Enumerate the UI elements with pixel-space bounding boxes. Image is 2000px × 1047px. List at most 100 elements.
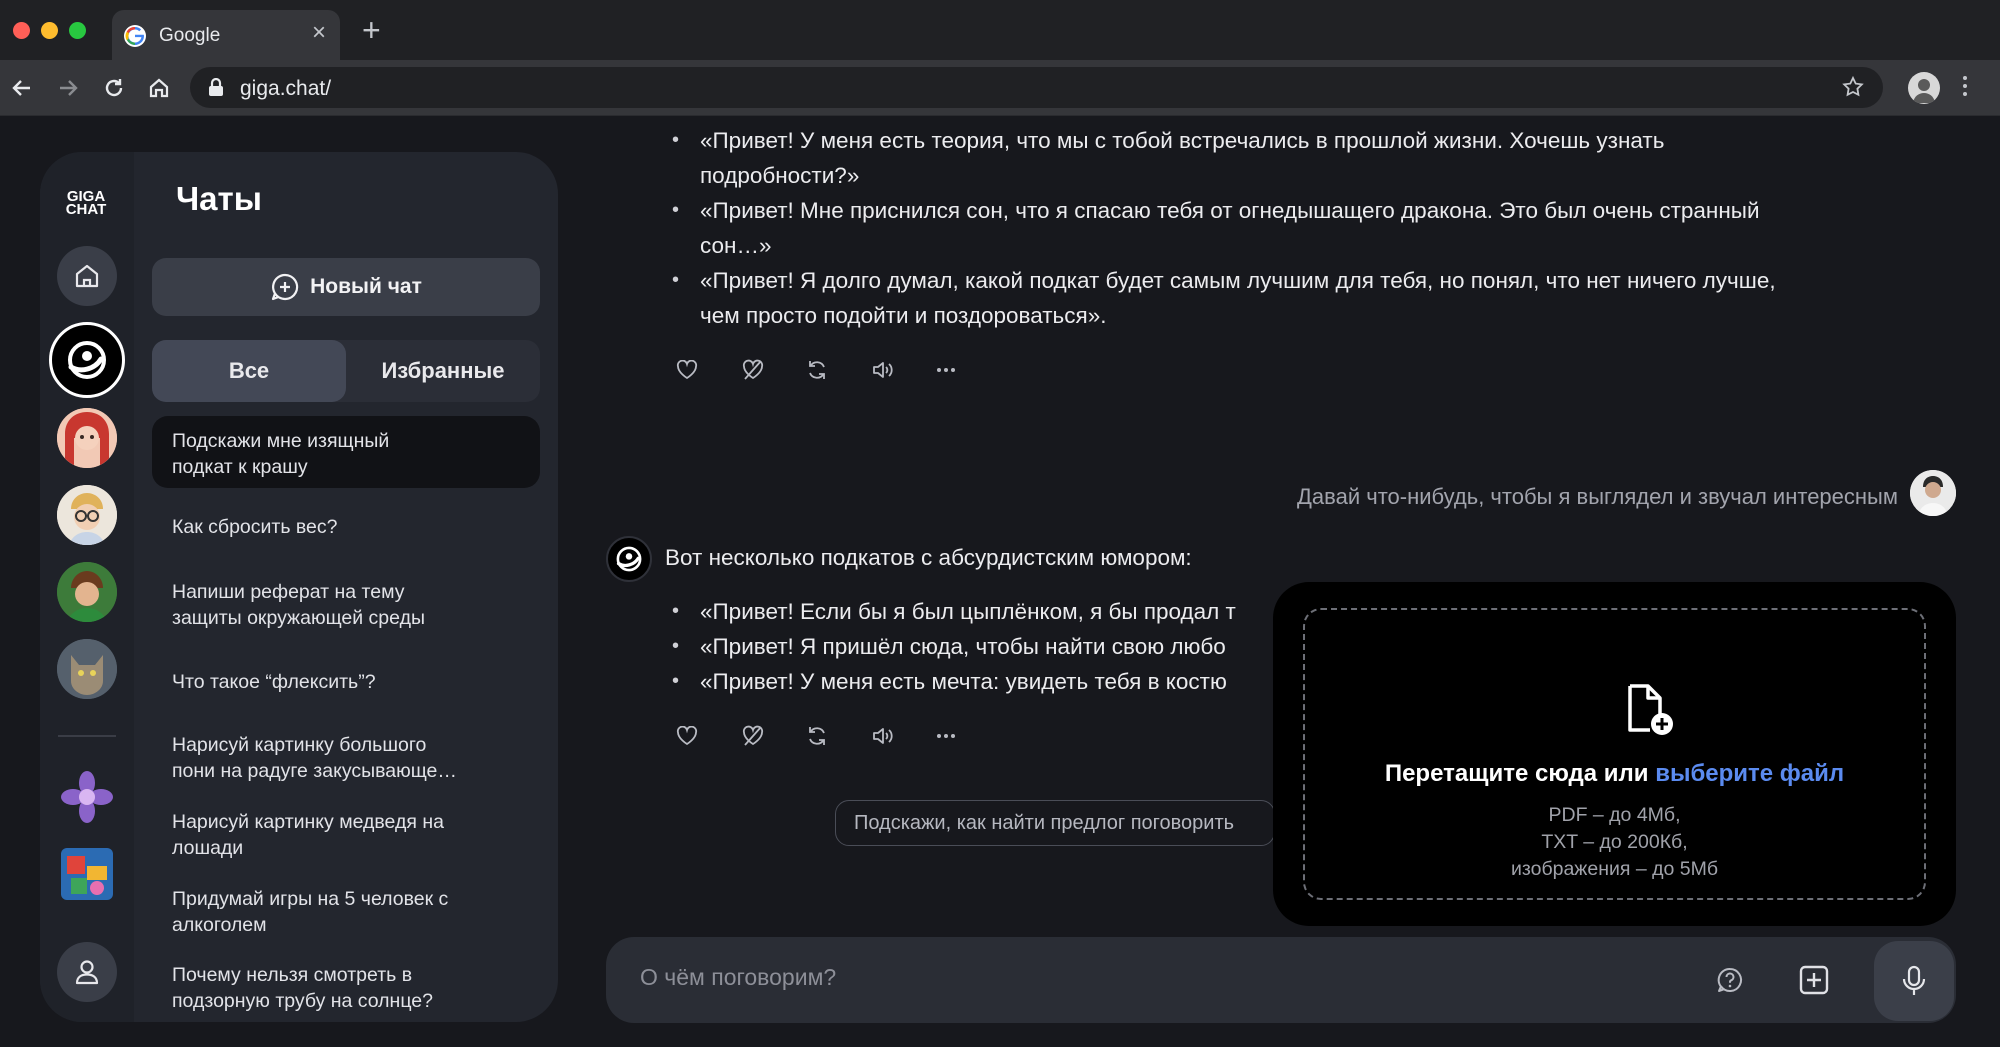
chat-list-item[interactable]: Нарисуй картинку медведя на лошади [152,809,540,861]
answer-bullet-line1: «Привет! Я долго думал, какой подкат буд… [700,268,1776,293]
colorful-art-avatar-icon [61,848,113,900]
answer-bullet: «Привет! Я пришёл сюда, чтобы найти свою… [672,629,1276,664]
sidebar-rail: GIGA CHAT [40,152,134,1022]
dropzone-title-prefix: Перетащите сюда или [1384,760,1656,787]
chat-item-line2: подкат к крашу [172,456,308,478]
gigachat-logo-icon [616,546,642,572]
reload-button[interactable] [96,70,132,106]
chat-item-line1: Подскажи мне изящный [172,430,390,452]
home-icon [75,264,99,288]
regenerate-button[interactable] [806,355,871,385]
dislike-button[interactable] [741,355,806,385]
assistant-avatar [606,536,652,582]
rail-profile-button[interactable] [57,942,117,1002]
home-button[interactable] [141,70,177,106]
regenerate-button[interactable] [806,721,871,751]
avatar-red-hair[interactable] [57,408,117,468]
minimize-window-button[interactable] [41,22,58,39]
tab-close-icon[interactable]: × [312,21,326,45]
answer-bullet-line1: «Привет! Мне приснился сон, что я спасаю… [700,198,1760,223]
chat-item-line2: подзорную трубу на солнце? [172,990,433,1012]
file-dropzone[interactable]: Перетащите сюда или выберите файл PDF – … [1273,582,1956,926]
answer-bullet-line2: чем просто подойти и поздороваться». [700,303,1107,328]
answer-bullet: «Привет! Мне приснился сон, что я спасаю… [672,193,1916,263]
chat-list-item[interactable]: Нарисуй картинку большого пони на радуге… [152,732,540,784]
help-icon[interactable] [1716,966,1744,994]
address-bar[interactable]: giga.chat/ [190,67,1883,108]
dropzone-limit-txt: TXT – до 200Кб, [1541,831,1688,853]
suggestion-chip[interactable]: Подскажи, как найти предлог поговорить [835,800,1275,846]
chat-list-item[interactable]: Напиши реферат на тему защиты окружающей… [152,579,540,631]
chat-list-item[interactable]: Что такое “флексить”? [152,669,540,695]
chats-panel: GIGA CHAT Чаты Новый чат Все Избранные П… [40,152,558,1022]
voice-input-button[interactable] [1874,941,1954,1021]
speak-button[interactable] [871,355,936,385]
speaker-icon [873,362,893,378]
new-chat-button[interactable]: Новый чат [152,258,540,316]
rail-gigachat-button[interactable] [49,322,125,398]
flower-avatar-icon [61,771,113,823]
add-file-icon [1628,684,1673,735]
browser-tab[interactable]: Google × [112,10,340,60]
rail-home-button[interactable] [57,246,117,306]
chat-list-item[interactable]: Подскажи мне изящный подкат к крашу [152,416,540,488]
gigachat-logo-icon [68,341,106,379]
speak-button[interactable] [871,721,936,751]
like-button[interactable] [676,355,741,385]
answer-bullet: «Привет! Я долго думал, какой подкат буд… [672,263,1916,333]
more-button[interactable] [936,355,1001,385]
back-button[interactable] [4,70,40,106]
message-actions [676,721,1001,751]
forward-button[interactable] [50,70,86,106]
tab-all[interactable]: Все [152,340,346,402]
microphone-icon [1902,965,1926,995]
avatar-cat[interactable] [57,639,117,699]
chat-list-item[interactable]: Как сбросить вес? [152,514,540,540]
new-tab-button[interactable]: + [362,14,381,46]
dislike-button[interactable] [741,721,806,751]
chat-item-line1: Что такое “флексить”? [172,671,376,693]
message-composer[interactable]: О чём поговорим? [606,937,1956,1023]
tab-favorites[interactable]: Избранные [346,340,540,402]
attach-plus-icon[interactable] [1798,964,1830,996]
more-icon [937,368,955,372]
more-button[interactable] [936,721,1001,751]
browser-menu-icon[interactable] [1963,76,1969,100]
avatar-glasses[interactable] [57,485,117,545]
chat-item-line2: лошади [172,837,244,859]
gigachat-logo[interactable]: GIGA CHAT [58,189,114,217]
lock-icon [209,78,223,96]
chat-item-line1: Придумай игры на 5 человек с [172,888,449,910]
home-icon [149,78,169,98]
answer-bullet: «Привет! У меня есть мечта: увидеть тебя… [672,664,1276,699]
chat-list-item[interactable]: Почему нельзя смотреть в подзорную трубу… [152,962,540,1014]
dropzone-limit-pdf: PDF – до 4Мб, [1548,804,1681,826]
dropzone-dashed-area: Перетащите сюда или выберите файл PDF – … [1303,608,1926,900]
close-window-button[interactable] [13,22,30,39]
maximize-window-button[interactable] [69,22,86,39]
answer-bullet-line1: «Привет! У меня есть теория, что мы с то… [700,128,1665,153]
forward-arrow-icon [60,80,78,96]
avatar-flower[interactable] [57,767,117,827]
answer-bullet: «Привет! У меня есть теория, что мы с то… [672,123,1916,193]
browser-profile-avatar[interactable] [1908,72,1940,104]
choose-file-link[interactable]: выберите файл [1655,760,1844,787]
assistant-answer-list: «Привет! У меня есть теория, что мы с то… [672,123,1916,333]
cat-avatar-icon [57,639,117,699]
assistant-answer-list: «Привет! Если бы я был цыплёнком, я бы п… [672,594,1276,699]
message-actions [676,355,1001,385]
avatar-green[interactable] [57,562,117,622]
answer-bullet: «Привет! Если бы я был цыплёнком, я бы п… [672,594,1276,629]
avatar-colorful[interactable] [57,844,117,904]
chat-list-item[interactable]: Придумай игры на 5 человек с алкоголем [152,886,540,938]
chat-item-line1: Напиши реферат на тему [172,581,405,603]
like-button[interactable] [676,721,741,751]
new-chat-plus-icon [272,273,299,301]
dropzone-limit-images: изображения – до 5Мб [1510,858,1718,880]
red-hair-avatar-icon [57,408,117,468]
assistant-intro: Вот несколько подкатов с абсурдистским ю… [665,545,1192,570]
chat-filter-tabs: Все Избранные [152,340,540,402]
regenerate-icon [809,361,825,379]
bookmark-star-icon[interactable] [1841,75,1865,99]
chat-item-line1: Почему нельзя смотреть в [172,964,413,986]
